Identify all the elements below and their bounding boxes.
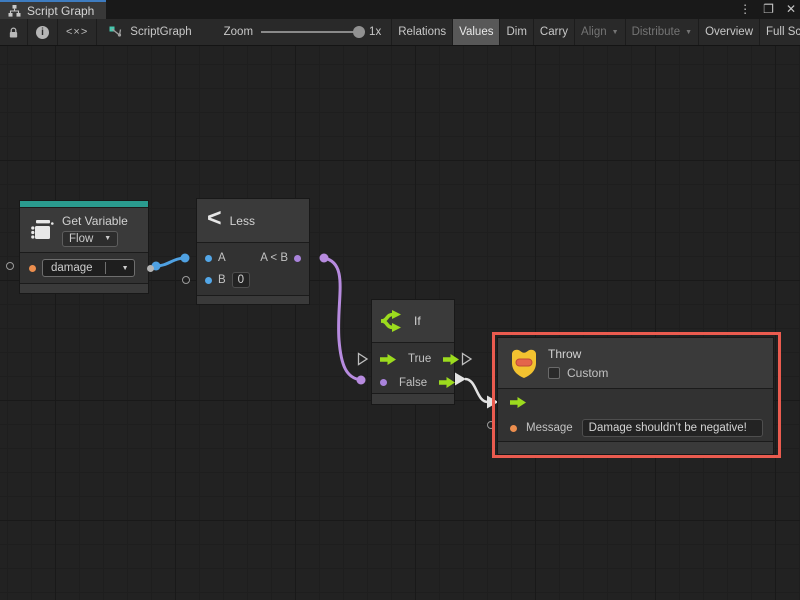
node-less[interactable]: < Less A A < B B 0 <box>196 198 310 305</box>
node-footer <box>20 284 148 293</box>
chevron-down-icon: ▼ <box>685 29 692 36</box>
info-button[interactable]: i <box>28 19 58 45</box>
message-value-input[interactable]: Damage shouldn't be negative! <box>582 419 763 437</box>
node-footer <box>498 442 773 454</box>
node-if[interactable]: If True False <box>371 299 455 405</box>
graph-breadcrumb[interactable]: ScriptGraph <box>97 19 201 45</box>
node-footer <box>372 394 454 404</box>
checkbox-label: Custom <box>567 366 608 380</box>
full-screen-button[interactable]: Full Screen <box>760 19 800 45</box>
dropdown-value: Flow <box>69 233 93 245</box>
maximize-icon[interactable]: ❐ <box>763 0 774 19</box>
unconnected-port-ring[interactable] <box>6 262 14 270</box>
node-throw[interactable]: Throw Custom Message Damage shouldn't be… <box>497 337 774 455</box>
graph-toolbar: i <×> ScriptGraph Zoom 1x Relations Valu… <box>0 19 800 46</box>
value-output-port[interactable] <box>147 265 154 272</box>
chevron-down-icon: ▼ <box>117 265 134 272</box>
port-label: True <box>408 353 431 365</box>
dropdown-value: damage <box>51 262 93 274</box>
node-title: Get Variable <box>62 214 128 228</box>
chevron-down-icon: ▼ <box>612 29 619 36</box>
zoom-slider[interactable] <box>261 31 361 33</box>
true-output-port[interactable] <box>443 354 459 365</box>
script-graph-window: Script Graph ⋮ ❐ ✕ i <×> Script <box>0 0 800 600</box>
tab-strip: Script Graph ⋮ ❐ ✕ <box>0 0 800 19</box>
variable-name-dropdown[interactable]: damage ▼ <box>42 259 135 277</box>
zoom-slider-handle[interactable] <box>353 26 365 38</box>
condition-input-port[interactable] <box>380 379 387 386</box>
lock-icon <box>8 26 19 39</box>
window-controls: ⋮ ❐ ✕ <box>739 0 796 19</box>
branch-icon <box>379 309 406 333</box>
less-icon: < <box>207 206 222 231</box>
unconnected-port-ring[interactable] <box>487 421 495 429</box>
align-button[interactable]: Align▼ <box>575 19 626 45</box>
script-graph-icon <box>109 26 123 38</box>
port-label: A < B <box>260 252 288 264</box>
node-title: Throw <box>548 347 608 361</box>
variable-icon <box>30 217 54 243</box>
variable-name-port[interactable] <box>29 265 36 272</box>
port-label: False <box>399 377 427 389</box>
carry-button[interactable]: Carry <box>534 19 575 45</box>
message-input-port[interactable] <box>510 425 517 432</box>
b-value-input[interactable]: 0 <box>232 272 250 288</box>
chevron-down-icon: ▼ <box>104 235 111 242</box>
tab-script-graph[interactable]: Script Graph <box>0 0 106 19</box>
overview-button[interactable]: Overview <box>699 19 760 45</box>
info-icon: i <box>36 26 49 39</box>
node-footer <box>197 296 309 304</box>
flow-input-port[interactable] <box>380 354 396 365</box>
zoom-label: Zoom <box>224 26 253 38</box>
variable-color-bar <box>20 201 148 207</box>
throw-shield-icon <box>509 346 539 380</box>
dim-button[interactable]: Dim <box>500 19 533 45</box>
port-label: B <box>218 274 226 286</box>
tab-label: Script Graph <box>27 4 94 18</box>
relations-button[interactable]: Relations <box>392 19 453 45</box>
unconnected-port-ring[interactable] <box>182 276 190 284</box>
graph-icon <box>8 5 21 17</box>
code-view-icon: <×> <box>66 26 88 38</box>
input-b-port[interactable] <box>205 277 212 284</box>
flow-input-port[interactable] <box>510 397 526 408</box>
zoom-value: 1x <box>369 26 381 38</box>
distribute-button[interactable]: Distribute▼ <box>626 19 700 45</box>
zoom-control: Zoom 1x <box>202 19 393 45</box>
custom-checkbox[interactable] <box>548 367 560 379</box>
values-button[interactable]: Values <box>453 19 500 45</box>
kebab-menu-icon[interactable]: ⋮ <box>739 0 751 19</box>
dropdown-divider <box>105 262 106 274</box>
port-label: A <box>218 252 226 264</box>
flow-port-outline-triangle[interactable] <box>357 352 369 366</box>
node-get-variable[interactable]: Get Variable Flow ▼ damage ▼ <box>19 200 149 294</box>
close-icon[interactable]: ✕ <box>786 0 796 19</box>
false-output-port[interactable] <box>439 377 455 388</box>
port-label: Message <box>526 422 573 434</box>
lock-button[interactable] <box>0 19 28 45</box>
node-title: Less <box>230 214 255 228</box>
graph-name-label: ScriptGraph <box>130 26 191 38</box>
variable-scope-dropdown[interactable]: Flow ▼ <box>62 231 118 247</box>
node-title: If <box>414 314 421 328</box>
result-output-port[interactable] <box>294 255 301 262</box>
code-view-button[interactable]: <×> <box>58 19 97 45</box>
input-a-port[interactable] <box>205 255 212 262</box>
flow-port-outline-triangle[interactable] <box>461 352 473 366</box>
